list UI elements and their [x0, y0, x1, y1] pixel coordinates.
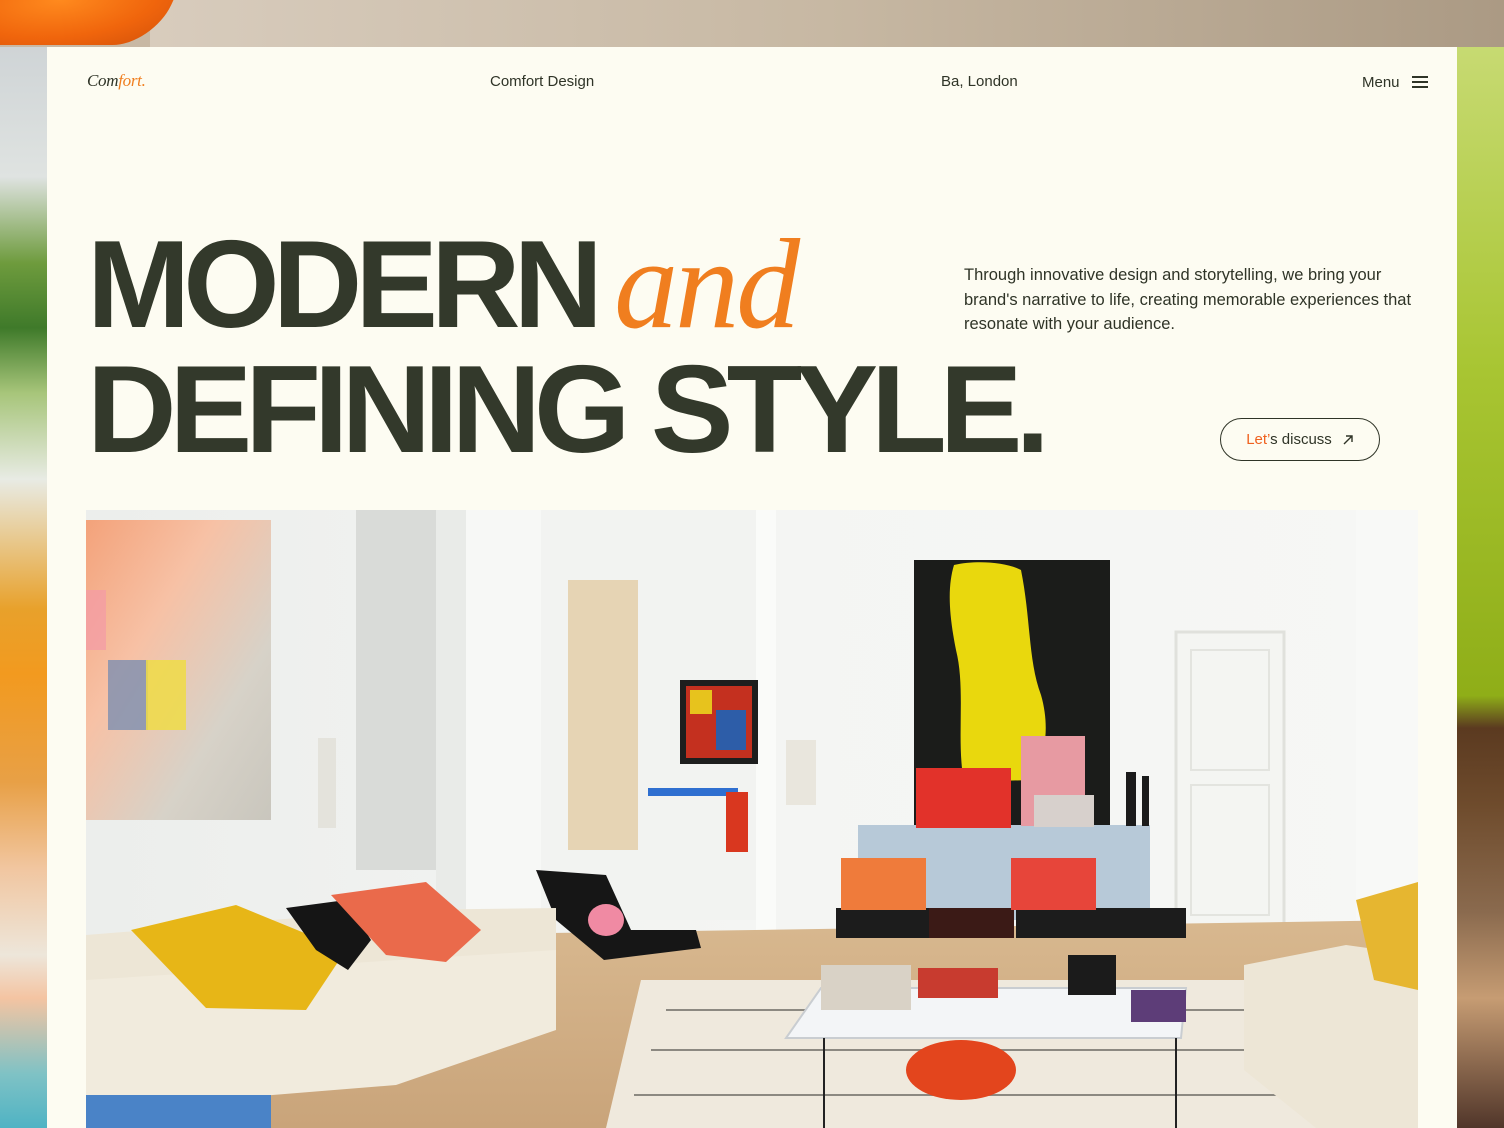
brand-logo-accent: fort.	[118, 71, 146, 90]
location-text: Ba, London	[941, 73, 1018, 90]
studio-name-link[interactable]: Comfort Design	[490, 73, 594, 90]
landing-page: Comfort. Comfort Design Ba, London Menu …	[47, 47, 1457, 1128]
hamburger-icon	[1411, 76, 1428, 88]
living-room-illustration	[86, 510, 1418, 1128]
cta-label-accent: Let’	[1246, 431, 1271, 448]
cta-label-rest: s discuss	[1270, 431, 1332, 448]
background-right-strip	[1457, 47, 1504, 1128]
background-top-band	[150, 0, 1504, 47]
arrow-up-right-icon	[1343, 434, 1353, 444]
hero-tagline: Through innovative design and storytelli…	[964, 266, 1412, 333]
headline-line-1: MODERN and	[87, 220, 800, 348]
brand-logo-main: Com	[87, 71, 119, 90]
headline-line-2: DEFINING STYLE.	[87, 341, 1050, 479]
brand-logo[interactable]: Comfort.	[87, 71, 146, 91]
menu-button[interactable]: Menu	[1362, 69, 1428, 95]
menu-label: Menu	[1362, 73, 1400, 91]
background-left-strip	[0, 47, 47, 1128]
headline-word-and: and	[614, 213, 800, 355]
hero-interior-image	[86, 510, 1418, 1128]
lets-discuss-button[interactable]: Let’s discuss	[1220, 418, 1380, 461]
cta-label: Let’s discuss	[1246, 431, 1332, 448]
headline-word-modern: MODERN	[87, 216, 603, 354]
